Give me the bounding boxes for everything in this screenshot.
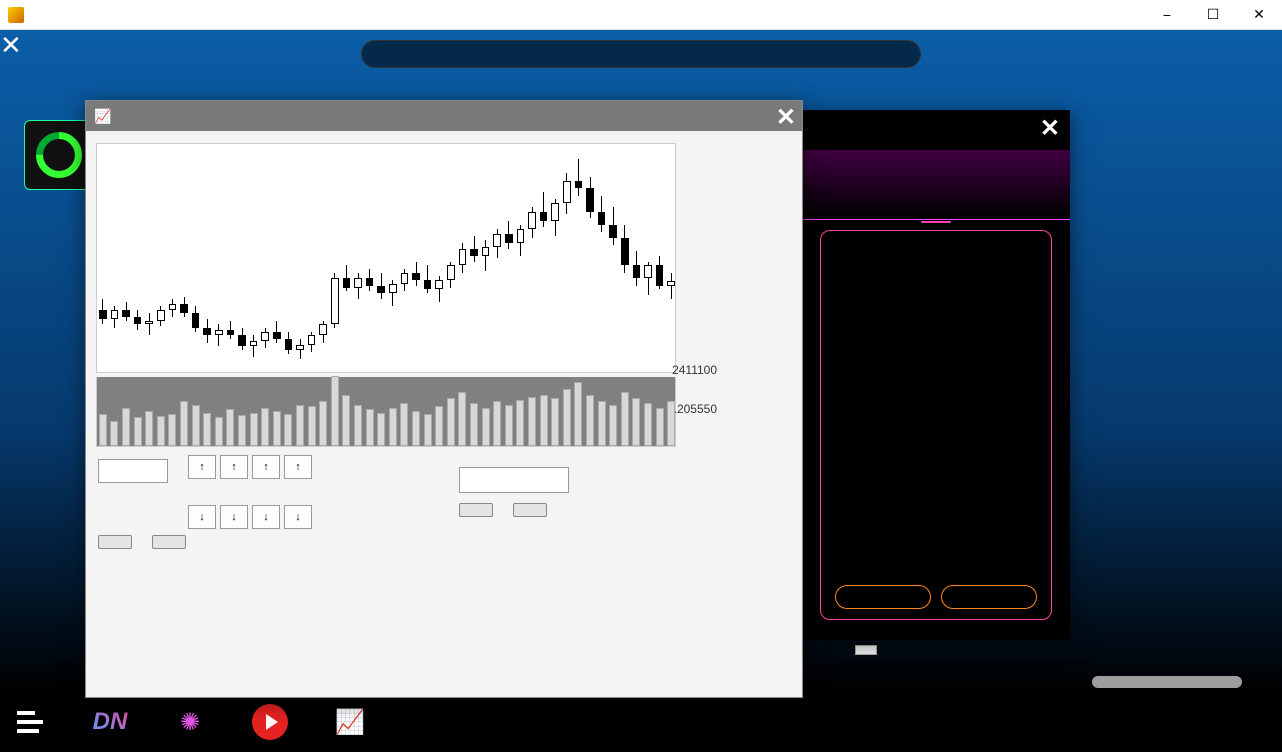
window-maximize-button[interactable]: ☐ bbox=[1190, 0, 1236, 30]
cart-empty-button[interactable] bbox=[835, 585, 931, 609]
step-down-hundred[interactable]: ↓ bbox=[220, 505, 248, 529]
menu-icon[interactable] bbox=[10, 702, 50, 742]
step-up-ten[interactable]: ↑ bbox=[252, 455, 280, 479]
step-down-ten[interactable]: ↓ bbox=[252, 505, 280, 529]
window-minimize-button[interactable]: − bbox=[1144, 0, 1190, 30]
chart-header-icon: 📈 bbox=[94, 108, 111, 125]
market-buy-button[interactable] bbox=[98, 535, 132, 549]
cart-title bbox=[921, 221, 951, 223]
cart-close-icon[interactable]: ✕ bbox=[1040, 114, 1060, 143]
limit-sell-button[interactable] bbox=[513, 503, 547, 517]
progress-ring-icon bbox=[34, 130, 84, 180]
volume-chart[interactable]: 12055502411100 bbox=[96, 377, 676, 447]
account-summary bbox=[855, 645, 877, 655]
play-button[interactable] bbox=[250, 702, 290, 742]
limit-price-input[interactable] bbox=[459, 467, 569, 493]
app-icon bbox=[8, 7, 24, 23]
step-up-hundred[interactable]: ↑ bbox=[220, 455, 248, 479]
cart-header-graphic bbox=[802, 150, 1070, 220]
window-close-button[interactable]: ✕ bbox=[1236, 0, 1282, 30]
market-sell-button[interactable] bbox=[152, 535, 186, 549]
chart-window-header[interactable]: 📈 bbox=[86, 101, 802, 131]
trade-toast bbox=[1092, 676, 1242, 688]
bottom-taskbar: DN ✺ 📈 bbox=[0, 692, 1282, 752]
order-qty-input[interactable] bbox=[98, 459, 168, 483]
hint-banner bbox=[361, 40, 921, 68]
chart-window: 📈 ✕ 12055502411100 bbox=[85, 100, 803, 698]
step-down-one[interactable]: ↓ bbox=[284, 505, 312, 529]
cart-panel: ✕ bbox=[802, 110, 1070, 640]
dn-logo-icon[interactable]: DN bbox=[90, 702, 130, 742]
step-down-thousand[interactable]: ↓ bbox=[188, 505, 216, 529]
window-titlebar: − ☐ ✕ bbox=[0, 0, 1282, 30]
step-up-one[interactable]: ↑ bbox=[284, 455, 312, 479]
qty-stepper: ↑ ↑ ↑ ↑ ↓ ↓ ↓ ↓ bbox=[188, 455, 312, 529]
chart-close-icon[interactable]: ✕ bbox=[776, 103, 796, 132]
stock-list-close-icon[interactable]: ✕ bbox=[0, 30, 22, 60]
cart-buy-button[interactable] bbox=[941, 585, 1037, 609]
candlestick-chart[interactable] bbox=[96, 143, 676, 373]
game-viewport: ✕ ✕ 📈 ✕ bbox=[0, 30, 1282, 692]
cart-frame bbox=[820, 230, 1052, 620]
step-up-thousand[interactable]: ↑ bbox=[188, 455, 216, 479]
chart-line-icon[interactable]: 📈 bbox=[330, 702, 370, 742]
gear-icon[interactable]: ✺ bbox=[170, 702, 210, 742]
progress-ring-tile[interactable] bbox=[24, 120, 94, 190]
limit-buy-button[interactable] bbox=[459, 503, 493, 517]
